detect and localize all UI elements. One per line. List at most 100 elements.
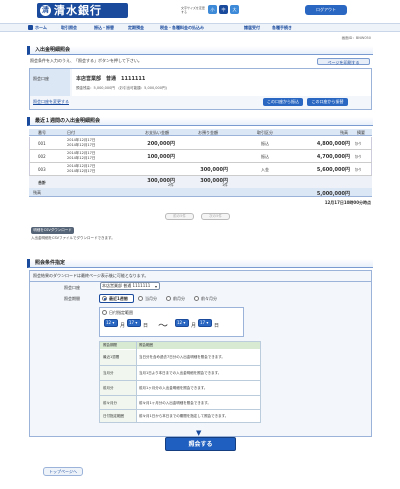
table-row-date: 2014年12月17日 bbox=[67, 169, 96, 173]
table-row-deposit: 300,000円 bbox=[200, 167, 228, 173]
table-row-no: 001 bbox=[38, 141, 46, 146]
table-row-memo: ｶﾄｳ bbox=[355, 167, 361, 172]
date-range-label: 日付指定範囲 bbox=[109, 310, 133, 315]
fontsize-medium-button[interactable]: 中 bbox=[219, 5, 228, 14]
period-option-week: 最近1週間 bbox=[109, 296, 128, 301]
table-row-payment: 100,000円 bbox=[147, 154, 175, 160]
nav-inquiry[interactable]: 取引照会 bbox=[61, 24, 77, 31]
account-select[interactable]: 本店営業部 普通 1111111 bbox=[100, 282, 160, 290]
transfer-from-account-button[interactable]: この口座から振込 bbox=[263, 98, 303, 106]
period-label: 照会期間 bbox=[64, 296, 80, 301]
nav-notifications[interactable]: 諸届受付 bbox=[244, 24, 260, 31]
section-account-title: 入出金明細照会 bbox=[27, 46, 373, 55]
account-value-cell bbox=[72, 69, 371, 96]
radio-week[interactable] bbox=[102, 296, 107, 301]
col-date: 日付 bbox=[67, 130, 75, 135]
fontsize-large-button[interactable]: 大 bbox=[230, 5, 239, 14]
next-page-button[interactable]: 次の5件 bbox=[201, 213, 230, 220]
period-option-last-month: 前月分 bbox=[173, 296, 185, 301]
unit-day: 日 bbox=[143, 323, 149, 329]
screen-id: 画面ID：BNW050 bbox=[341, 36, 371, 40]
fontsize-label: 文字サイズを変更する bbox=[181, 6, 205, 14]
nav-payments[interactable]: 税金・各種料金の払込み bbox=[160, 24, 204, 31]
home-icon bbox=[28, 25, 33, 30]
table-row-range: 当月1日より本日までの入出金明細を照会できます。 bbox=[139, 371, 222, 375]
table-row-type: 振込 bbox=[261, 154, 269, 159]
change-account-link[interactable]: 照会口座を変更する bbox=[33, 99, 69, 105]
table-row-payment: 200,000円 bbox=[147, 141, 175, 147]
table-row-period: 前月分 bbox=[103, 386, 114, 390]
radio-two-months-ago[interactable] bbox=[194, 296, 199, 301]
day-to-select[interactable]: 17 ▾ bbox=[198, 319, 212, 327]
fontsize-small-button[interactable]: 小 bbox=[208, 5, 217, 14]
bank-logo-mark-icon: 清 bbox=[40, 5, 51, 16]
csv-note: 入出金明細をCSVファイルでダウンロードできます。 bbox=[31, 236, 115, 240]
month-from-value: 12 bbox=[106, 320, 112, 325]
col-deposit: お預り金額 bbox=[198, 130, 218, 135]
nav-procedures[interactable]: 各種手続き bbox=[272, 24, 292, 31]
table-row-period: 最近1週間 bbox=[103, 355, 120, 359]
section-history-title: 最近１週間の入出金明細照会 bbox=[27, 117, 373, 126]
period-table-header bbox=[100, 342, 260, 349]
table-row-range: 前々月1日から本日までの期間を指定して照会できます。 bbox=[139, 414, 229, 418]
table-row-period: 日付指定範囲 bbox=[103, 414, 124, 418]
print-page-button[interactable]: ページを印刷する bbox=[317, 58, 370, 65]
period-option-two-months-ago: 前々月分 bbox=[201, 296, 217, 301]
account-label: 照会口座 bbox=[33, 76, 49, 81]
period-table-vline bbox=[136, 342, 137, 422]
nav-home[interactable]: ホーム bbox=[35, 24, 47, 31]
col-memo: 摘要 bbox=[357, 130, 365, 135]
move-from-account-button[interactable]: この口座から振替 bbox=[307, 98, 348, 106]
radio-this-month[interactable] bbox=[138, 296, 143, 301]
account-value: 本店営業部 普通 1111111 bbox=[76, 76, 146, 82]
table-row-date: 2014年12月17日 bbox=[67, 156, 96, 160]
nav-transfer[interactable]: 振込・振替 bbox=[94, 24, 114, 31]
row-divider bbox=[29, 149, 372, 150]
bank-name: 清水銀行 bbox=[54, 4, 102, 17]
table-row-range: 当日分を含め過去7日分の入出金明細を照会できます。 bbox=[139, 355, 225, 359]
unit-month: 月 bbox=[191, 323, 197, 329]
table-row-balance: 4,800,000円 bbox=[316, 141, 350, 147]
month-to-select[interactable]: 12 ▾ bbox=[175, 319, 189, 327]
table-row-no: 003 bbox=[38, 167, 46, 172]
table-row-range: 前々月1ヶ月分の入出金明細を照会できます。 bbox=[139, 401, 211, 405]
col-balance: 残高 bbox=[340, 130, 348, 135]
chevron-down-icon: ▾ bbox=[155, 284, 158, 289]
nav-time-deposit[interactable]: 定期預金 bbox=[128, 24, 144, 31]
account-label-cell bbox=[30, 69, 70, 96]
col-no: 番号 bbox=[38, 130, 46, 135]
unit-day: 日 bbox=[214, 323, 220, 329]
day-to-value: 17 bbox=[200, 320, 206, 325]
divider bbox=[29, 281, 372, 282]
table-row-memo: ｶﾄｳ bbox=[355, 154, 361, 159]
logout-button[interactable]: ログアウト bbox=[305, 5, 347, 15]
csv-download-button[interactable]: 明細をCSVダウンロード bbox=[31, 227, 74, 234]
day-from-value: 17 bbox=[129, 320, 135, 325]
table-row-period: 前々月分 bbox=[103, 401, 117, 405]
top-page-button[interactable]: トップページへ bbox=[43, 467, 83, 476]
day-from-select[interactable]: 17 ▾ bbox=[127, 319, 141, 327]
account-select-value: 本店営業部 普通 1111111 bbox=[102, 283, 151, 288]
submit-inquiry-button[interactable]: 照会する bbox=[165, 437, 236, 451]
col-type: 取引区分 bbox=[257, 130, 273, 135]
table-row-date: 2014年12月17日 bbox=[67, 143, 96, 147]
month-to-value: 12 bbox=[177, 320, 183, 325]
as-of-time: 12月17日10時00分時点 bbox=[324, 200, 371, 205]
period-table-col-range: 照会範囲 bbox=[139, 343, 153, 347]
tilde: ～ bbox=[158, 321, 168, 332]
month-from-select[interactable]: 12 ▾ bbox=[104, 319, 118, 327]
balance-line: 預金残高：5,000,000円 (お引出可能額：5,000,000円) bbox=[76, 86, 167, 90]
radio-last-month[interactable] bbox=[166, 296, 171, 301]
table-row-balance: 4,700,000円 bbox=[316, 154, 350, 160]
instruction-text: 照会条件を入力のうえ、「照会する」ボタンを押して下さい。 bbox=[30, 58, 142, 63]
prev-page-button[interactable]: 前の5件 bbox=[165, 213, 194, 220]
table-row-type: 入金 bbox=[261, 167, 269, 172]
balance-value: 5,000,000円 bbox=[316, 191, 350, 197]
period-option-this-month: 当月分 bbox=[145, 296, 157, 301]
radio-date-range[interactable] bbox=[102, 310, 107, 315]
balance-label: 残高 bbox=[33, 190, 41, 195]
table-row-type: 振込 bbox=[261, 141, 269, 146]
table-row-period: 当月分 bbox=[103, 371, 114, 375]
chevron-down-icon: ▼ bbox=[196, 429, 202, 437]
row-divider bbox=[29, 162, 372, 163]
